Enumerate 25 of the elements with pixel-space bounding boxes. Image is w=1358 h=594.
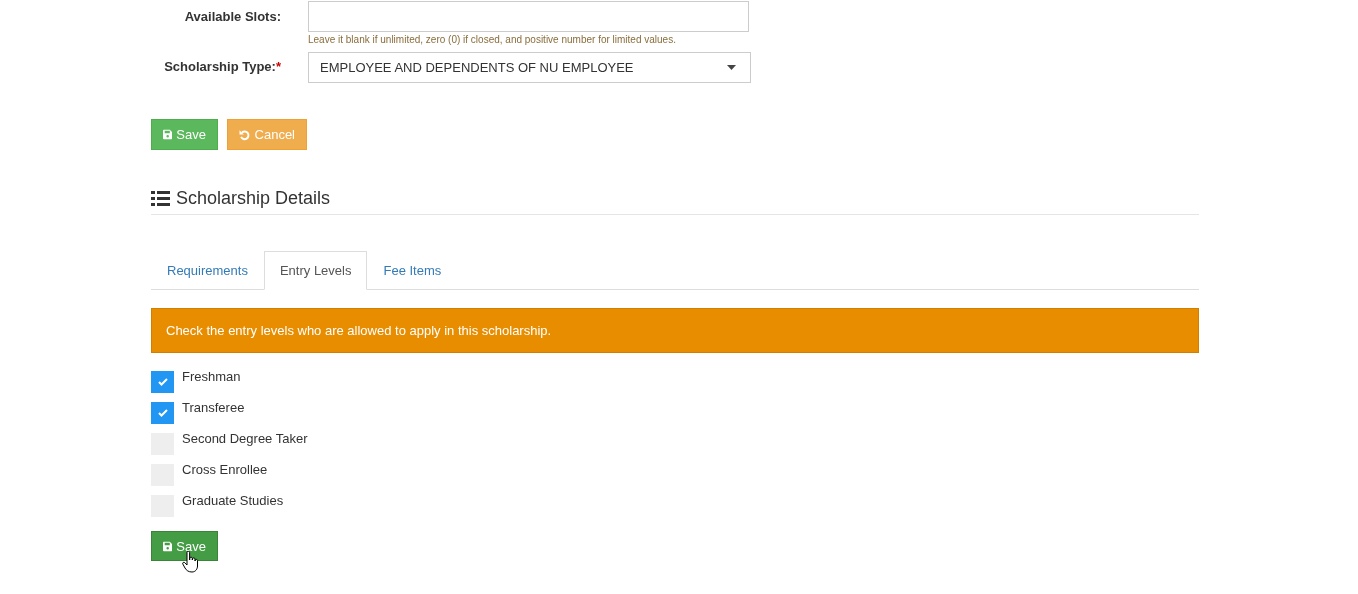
slots-input-field[interactable] xyxy=(308,1,749,32)
alert-message: Check the entry levels who are allowed to apply in this scholarship. xyxy=(151,308,1199,353)
checkbox-label: Graduate Studies xyxy=(182,493,284,508)
hand-cursor-icon xyxy=(182,551,198,573)
section-heading: Scholarship Details xyxy=(176,188,331,209)
checkbox-label: Cross Enrollee xyxy=(182,462,268,477)
checkbox[interactable] xyxy=(151,402,174,424)
help-text: Leave it blank if unlimited, zero (0) if closed, and positive number for limited values. xyxy=(308,34,677,45)
save-button[interactable]: Save xyxy=(151,531,218,561)
scholarship-type-dropdown[interactable]: EMPLOYEE AND DEPENDENTS OF NU EMPLOYEE xyxy=(308,52,751,83)
checkbox-label: Freshman xyxy=(182,369,241,384)
tab[interactable]: Requirements xyxy=(151,251,264,290)
checkbox-label: Second Degree Taker xyxy=(182,431,308,446)
field-label: Scholarship Type:* xyxy=(163,58,282,76)
tab[interactable]: Fee Items xyxy=(367,251,458,290)
field-label: Available Slots: xyxy=(183,8,282,26)
list-icon xyxy=(151,191,170,206)
tab[interactable]: Entry Levels xyxy=(263,251,368,290)
save-button[interactable]: Save xyxy=(151,119,218,150)
undo-icon xyxy=(239,128,251,141)
checkbox[interactable] xyxy=(151,371,174,393)
checkmark-icon xyxy=(157,378,168,386)
caret-icon xyxy=(727,65,736,70)
checkmark-icon xyxy=(157,409,168,417)
checkbox-label: Transferee xyxy=(182,400,245,415)
